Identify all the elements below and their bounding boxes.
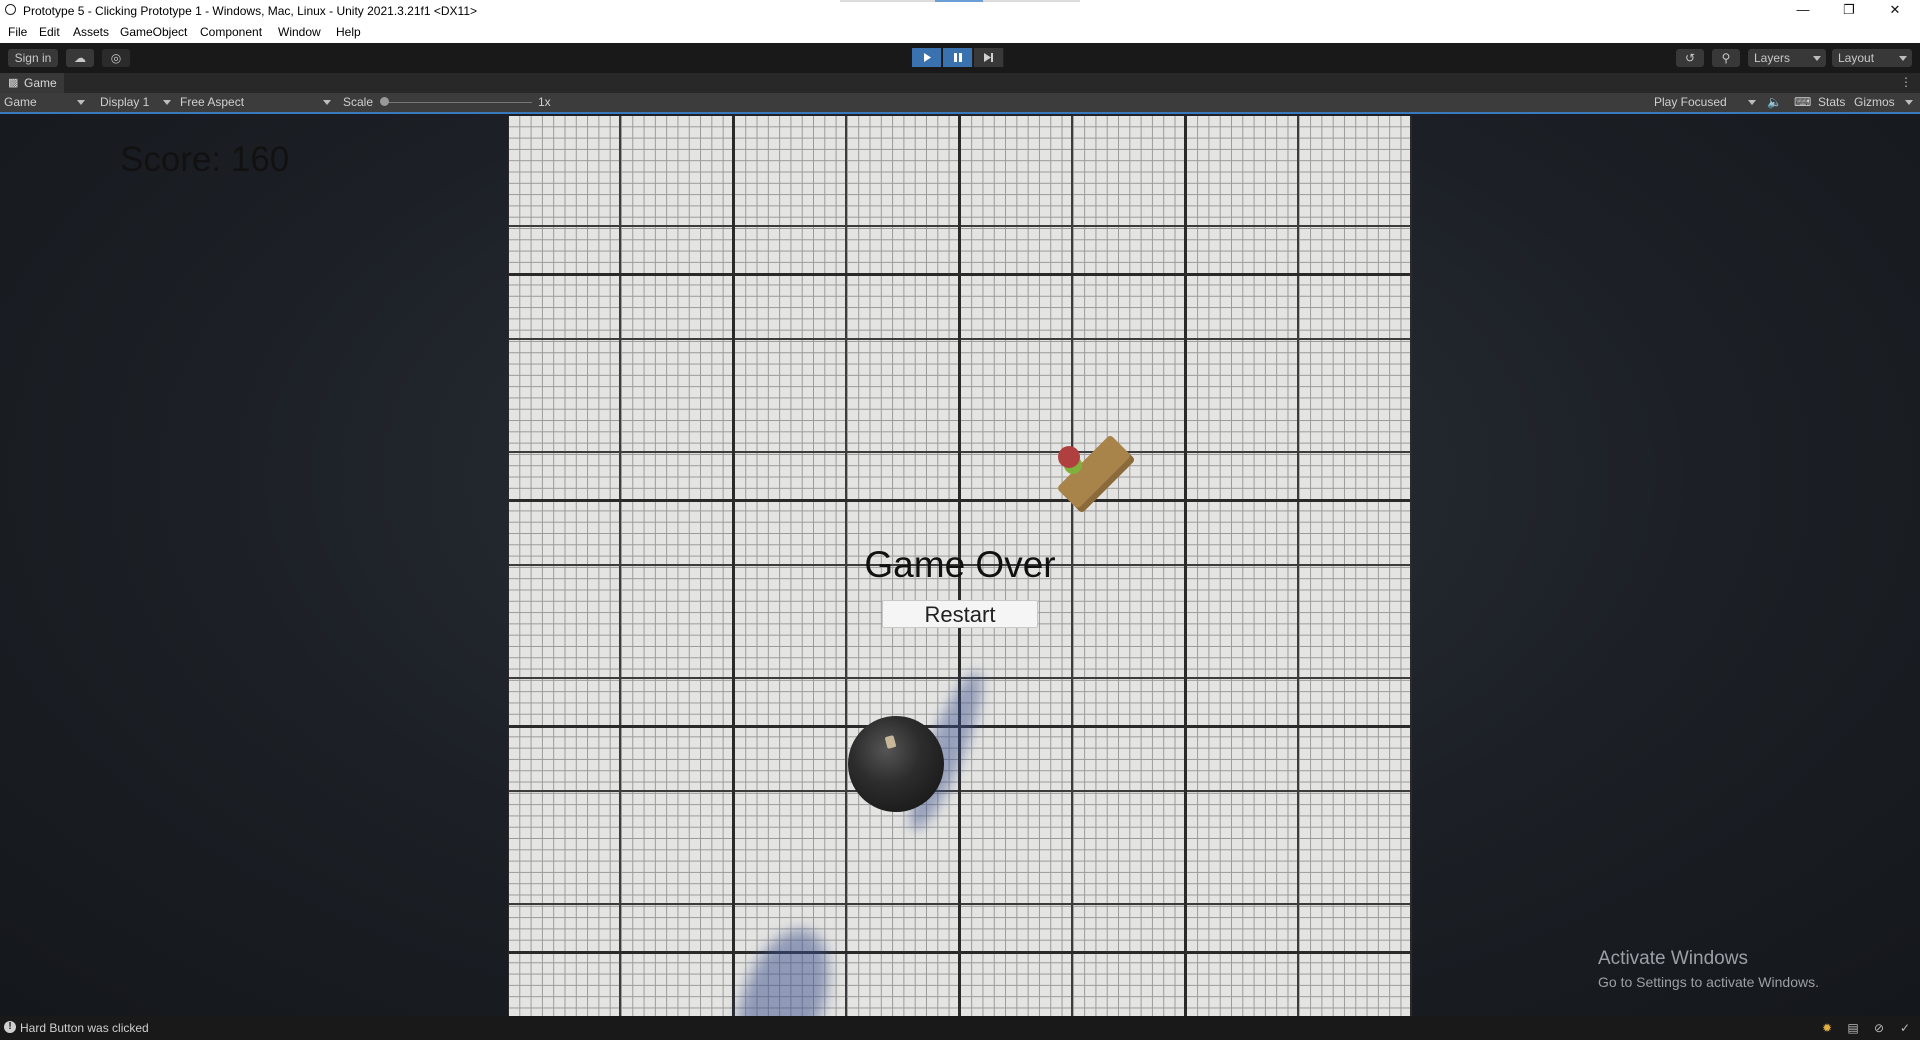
- menu-component[interactable]: Component: [200, 25, 262, 39]
- scale-label: Scale: [343, 95, 374, 109]
- console-icon[interactable]: ▤: [1846, 1021, 1860, 1035]
- cloud-icon[interactable]: ☁: [66, 49, 94, 67]
- object-shadow: [719, 916, 847, 1016]
- menu-file[interactable]: File: [8, 25, 27, 39]
- view-label: Game: [4, 95, 37, 109]
- history-icon[interactable]: ↺: [1676, 49, 1704, 67]
- main-toolbar: Sign in ☁ ◎ ↺ ⚲ Layers Layout: [0, 43, 1920, 73]
- chevron-down-icon[interactable]: [1905, 100, 1913, 105]
- minimize-icon[interactable]: —: [1780, 0, 1826, 21]
- step-icon[interactable]: [974, 48, 1004, 67]
- scale-slider-track[interactable]: [384, 102, 532, 103]
- close-icon[interactable]: ✕: [1872, 0, 1918, 21]
- menu-window[interactable]: Window: [278, 25, 321, 39]
- chevron-down-icon: [1899, 56, 1907, 61]
- chevron-down-icon: [323, 100, 331, 105]
- chevron-down-icon: [1748, 100, 1756, 105]
- gamepad-icon: ▩: [8, 77, 19, 89]
- layers-label: Layers: [1754, 51, 1791, 65]
- scale-value: 1x: [538, 95, 551, 109]
- title-bar: Prototype 5 - Clicking Prototype 1 - Win…: [0, 0, 1920, 21]
- status-message[interactable]: Hard Button was clicked: [20, 1021, 149, 1035]
- tab-game[interactable]: ▩ Game: [0, 73, 64, 93]
- aspect-dropdown[interactable]: Free Aspect: [175, 93, 335, 112]
- menu-help[interactable]: Help: [336, 25, 361, 39]
- play-icon[interactable]: [912, 48, 942, 67]
- play-area[interactable]: Game Over Restart: [508, 116, 1412, 1016]
- menu-gameobject[interactable]: GameObject: [120, 25, 187, 39]
- bug-icon[interactable]: ✹: [1820, 1021, 1834, 1035]
- info-icon: !: [4, 1021, 16, 1033]
- layout-dropdown[interactable]: Layout: [1832, 49, 1912, 67]
- menu-assets[interactable]: Assets: [73, 25, 109, 39]
- network-icon[interactable]: ⊘: [1872, 1021, 1886, 1035]
- chevron-down-icon: [1813, 56, 1821, 61]
- watermark-title: Activate Windows: [1598, 948, 1748, 969]
- bomb-fuse: [884, 735, 897, 749]
- bomb-target[interactable]: [848, 716, 944, 812]
- more-options-icon[interactable]: ⋮: [1900, 75, 1912, 89]
- game-over-text: Game Over: [864, 544, 1056, 585]
- menu-bar: File Edit Assets GameObject Component Wi…: [0, 21, 1920, 44]
- pause-icon[interactable]: [943, 48, 973, 67]
- speaker-icon[interactable]: 🔈: [1767, 95, 1782, 109]
- food-topping: [1058, 446, 1080, 468]
- restart-button[interactable]: Restart: [882, 600, 1038, 628]
- chevron-down-icon: [77, 100, 85, 105]
- layers-dropdown[interactable]: Layers: [1748, 49, 1826, 67]
- play-mode-dropdown[interactable]: Play Focused: [1650, 93, 1760, 112]
- play-mode-label: Play Focused: [1654, 95, 1727, 109]
- gizmos-button[interactable]: Gizmos: [1854, 95, 1895, 109]
- sign-in-button[interactable]: Sign in: [8, 49, 58, 67]
- layout-label: Layout: [1838, 51, 1875, 65]
- tab-bar: ▩ Game ⋮: [0, 73, 1920, 93]
- unity-icon: [5, 4, 16, 15]
- window-title: Prototype 5 - Clicking Prototype 1 - Win…: [23, 4, 477, 18]
- display-label: Display 1: [100, 95, 150, 109]
- restore-icon[interactable]: ❐: [1826, 0, 1872, 21]
- menu-edit[interactable]: Edit: [39, 25, 60, 39]
- view-dropdown[interactable]: Game: [0, 93, 88, 112]
- activation-watermark: Activate Windows Go to Settings to activ…: [1598, 948, 1819, 990]
- search-icon[interactable]: ⚲: [1712, 49, 1740, 67]
- title-hint-accent: [935, 0, 983, 2]
- watermark-subtitle: Go to Settings to activate Windows.: [1598, 974, 1819, 990]
- chevron-down-icon: [163, 100, 171, 105]
- play-controls: [912, 48, 1008, 67]
- scale-slider-knob[interactable]: [380, 97, 389, 106]
- keyboard-icon[interactable]: ⌨: [1794, 95, 1811, 109]
- tab-game-label: Game: [24, 76, 57, 90]
- game-control-bar: Game Display 1 Free Aspect Scale 1x Play…: [0, 93, 1920, 114]
- display-dropdown[interactable]: Display 1: [95, 93, 173, 112]
- game-viewport[interactable]: Score: 160 Game Over Restart Activate Wi…: [0, 114, 1920, 1016]
- status-bar: ! Hard Button was clicked ✹ ▤ ⊘ ✓: [0, 1016, 1920, 1040]
- aspect-label: Free Aspect: [180, 95, 245, 109]
- collab-icon[interactable]: ◎: [102, 49, 130, 67]
- check-icon[interactable]: ✓: [1898, 1021, 1912, 1035]
- stats-button[interactable]: Stats: [1818, 95, 1845, 109]
- score-text: Score: 160: [120, 140, 290, 179]
